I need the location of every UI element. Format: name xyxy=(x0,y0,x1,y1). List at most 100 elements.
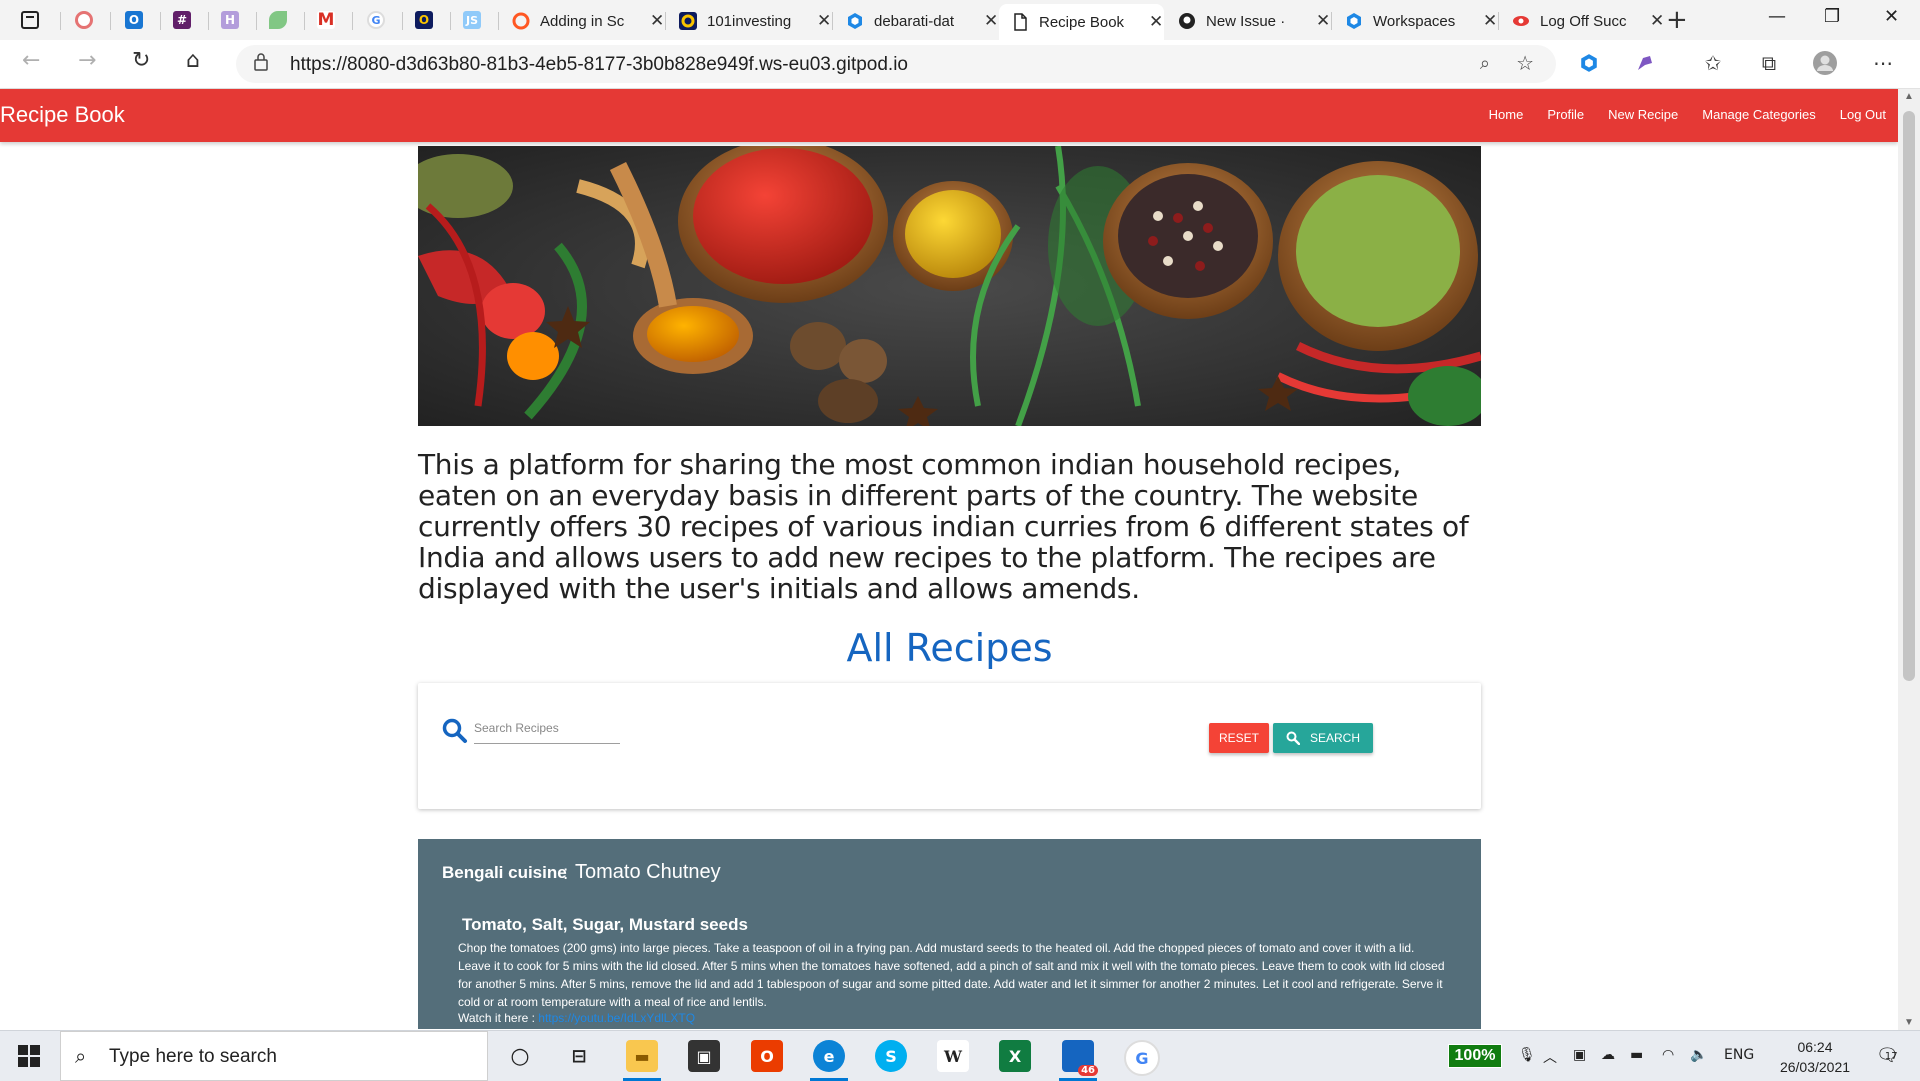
add-favorite-icon[interactable]: ☆ xyxy=(1516,51,1534,75)
main-menu: Home Profile New Recipe Manage Categorie… xyxy=(1489,107,1886,122)
unread-badge: 46 xyxy=(1078,1065,1098,1076)
notification-count: 17 xyxy=(1884,1051,1898,1062)
language-indicator[interactable]: ENG xyxy=(1724,1047,1754,1063)
volume-icon[interactable]: 🔈 xyxy=(1690,1047,1707,1063)
wifi-icon[interactable]: ◠ xyxy=(1662,1047,1674,1063)
pinned-tab-outlook-icon[interactable]: O xyxy=(114,6,154,34)
refresh-icon[interactable]: ↻ xyxy=(132,48,150,73)
browser-tab-strip: O # H M G O JS Adding in Sc ✕ 101investi… xyxy=(0,0,1920,40)
recipe-title[interactable]: Tomato Chutney xyxy=(575,861,721,884)
tab-debarati[interactable]: debarati-dat ✕ xyxy=(834,4,999,38)
tab-label: New Issue · xyxy=(1206,12,1286,30)
window-close-icon[interactable]: ✕ xyxy=(1884,6,1899,27)
more-options-icon[interactable]: ⋯ xyxy=(1870,50,1896,76)
scroll-down-icon[interactable]: ▼ xyxy=(1904,1017,1914,1028)
close-icon[interactable]: ✕ xyxy=(1316,11,1330,31)
pinned-tab-leaf-icon[interactable] xyxy=(258,6,298,34)
nav-profile[interactable]: Profile xyxy=(1547,107,1584,122)
forward-icon[interactable]: → xyxy=(78,48,96,73)
zoom-icon[interactable]: ⌕ xyxy=(1480,53,1490,74)
tab-new-issue[interactable]: New Issue · ✕ xyxy=(1166,4,1331,38)
meet-now-icon[interactable]: ▣ xyxy=(1573,1047,1586,1063)
profile-avatar-icon[interactable] xyxy=(1812,50,1838,76)
nav-manage-categories[interactable]: Manage Categories xyxy=(1702,107,1815,122)
collections-icon[interactable]: ⧉ xyxy=(1756,50,1782,76)
windows-taskbar: ⌕ Type here to search ○ ⊟ ▬ ▣ O e S W X … xyxy=(0,1030,1920,1081)
tab-recipe-book[interactable]: Recipe Book ✕ xyxy=(999,4,1164,40)
pinned-tab-gmail-icon[interactable]: M xyxy=(306,6,346,34)
search-input[interactable] xyxy=(474,713,620,744)
onedrive-icon[interactable]: ☁ xyxy=(1601,1047,1615,1063)
lock-icon[interactable] xyxy=(254,53,268,71)
close-icon[interactable]: ✕ xyxy=(1650,11,1664,31)
tab-workspaces[interactable]: Workspaces ✕ xyxy=(1333,4,1498,38)
notifications-icon[interactable]: 🗨17 xyxy=(1876,1045,1912,1066)
pinned-tab-investing-icon[interactable]: O xyxy=(404,6,444,34)
close-icon[interactable]: ✕ xyxy=(984,11,998,31)
close-icon[interactable]: ✕ xyxy=(1483,11,1497,31)
battery-indicator[interactable]: 100% xyxy=(1448,1044,1502,1068)
close-icon[interactable]: ✕ xyxy=(1149,12,1163,32)
nav-new-recipe[interactable]: New Recipe xyxy=(1608,107,1678,122)
windows-start-icon[interactable] xyxy=(18,1045,40,1067)
gitpod-icon xyxy=(1347,13,1361,29)
edge-icon[interactable]: e xyxy=(813,1040,845,1072)
mail-app-icon[interactable]: 46 xyxy=(1062,1040,1098,1076)
restore-icon[interactable]: ❐ xyxy=(1824,6,1840,27)
site-navbar: Recipe Book Home Profile New Recipe Mana… xyxy=(0,89,1898,142)
search-button[interactable]: SEARCH xyxy=(1273,723,1373,753)
pinned-tab-google-icon[interactable]: G xyxy=(356,6,396,34)
extension-gitpod-icon[interactable] xyxy=(1576,50,1602,76)
pinned-tab-opera-icon[interactable] xyxy=(64,6,104,34)
recipe-card[interactable]: Bengali cuisine : Tomato Chutney Tomato,… xyxy=(418,839,1481,1029)
tab-label: Workspaces xyxy=(1373,12,1456,30)
hero-spices-image xyxy=(418,146,1481,426)
nav-logout[interactable]: Log Out xyxy=(1840,107,1886,122)
skype-icon[interactable]: S xyxy=(875,1040,907,1072)
taskbar-search-placeholder: Type here to search xyxy=(109,1046,277,1067)
cortana-icon[interactable]: ○ xyxy=(504,1040,536,1072)
tab-label: Log Off Succ xyxy=(1540,12,1627,30)
tab-label: Recipe Book xyxy=(1039,13,1125,31)
pinned-tab-slack-icon[interactable]: # xyxy=(162,6,202,34)
watch-label: Watch it here : xyxy=(458,1011,535,1025)
excel-icon[interactable]: X xyxy=(999,1040,1031,1072)
taskbar-search[interactable]: ⌕ Type here to search xyxy=(60,1031,488,1081)
taskbar-clock[interactable]: 06:24 26/03/2021 xyxy=(1778,1037,1852,1077)
tab-101investing[interactable]: 101investing ✕ xyxy=(667,4,832,38)
page-scrollbar[interactable]: ▲ ▼ xyxy=(1898,89,1920,1030)
scroll-up-icon[interactable]: ▲ xyxy=(1904,91,1914,102)
store-icon[interactable]: ▣ xyxy=(688,1040,720,1072)
nav-home[interactable]: Home xyxy=(1489,107,1524,122)
file-explorer-icon[interactable]: ▬ xyxy=(626,1040,658,1072)
wikipedia-icon[interactable]: W xyxy=(937,1040,969,1072)
clock-time: 06:24 xyxy=(1797,1039,1833,1055)
tab-actions-icon[interactable] xyxy=(10,6,50,34)
back-icon[interactable]: ← xyxy=(22,48,40,73)
minimize-icon[interactable]: — xyxy=(1768,6,1786,27)
battery-icon[interactable]: ▬ xyxy=(1630,1047,1643,1063)
mic-icon[interactable]: 🎙 xyxy=(1518,1047,1536,1063)
extension-unicorn-icon[interactable] xyxy=(1632,50,1658,76)
new-tab-icon[interactable]: + xyxy=(1666,5,1688,35)
url-text[interactable]: https://8080-d3d63b80-81b3-4eb5-8177-3b0… xyxy=(290,54,908,76)
youtube-link[interactable]: https://youtu.be/IdLxYdlLXTQ xyxy=(538,1011,695,1025)
home-icon[interactable]: ⌂ xyxy=(186,48,200,73)
tab-label: Adding in Sc xyxy=(540,12,625,30)
office-icon[interactable]: O xyxy=(751,1040,783,1072)
address-bar[interactable]: https://8080-d3d63b80-81b3-4eb5-8177-3b0… xyxy=(236,45,1556,83)
task-view-icon[interactable]: ⊟ xyxy=(563,1040,595,1072)
reset-button[interactable]: RESET xyxy=(1209,723,1269,753)
favorites-icon[interactable]: ✩ xyxy=(1700,50,1726,76)
show-hidden-icons[interactable]: ︿ xyxy=(1543,1047,1557,1067)
tab-adding-in-sc[interactable]: Adding in Sc ✕ xyxy=(500,4,665,38)
brand-logo[interactable]: Recipe Book xyxy=(0,102,125,128)
close-icon[interactable]: ✕ xyxy=(817,11,831,31)
close-icon[interactable]: ✕ xyxy=(650,11,664,31)
tab-log-off[interactable]: Log Off Succ ✕ xyxy=(1500,4,1665,38)
pinned-tab-hackmd-icon[interactable]: H xyxy=(210,6,250,34)
pinned-tab-js-icon[interactable]: JS xyxy=(452,6,492,34)
recipe-cuisine: Bengali cuisine xyxy=(442,863,567,882)
chrome-icon[interactable]: G xyxy=(1124,1040,1160,1076)
scroll-thumb[interactable] xyxy=(1903,111,1915,681)
